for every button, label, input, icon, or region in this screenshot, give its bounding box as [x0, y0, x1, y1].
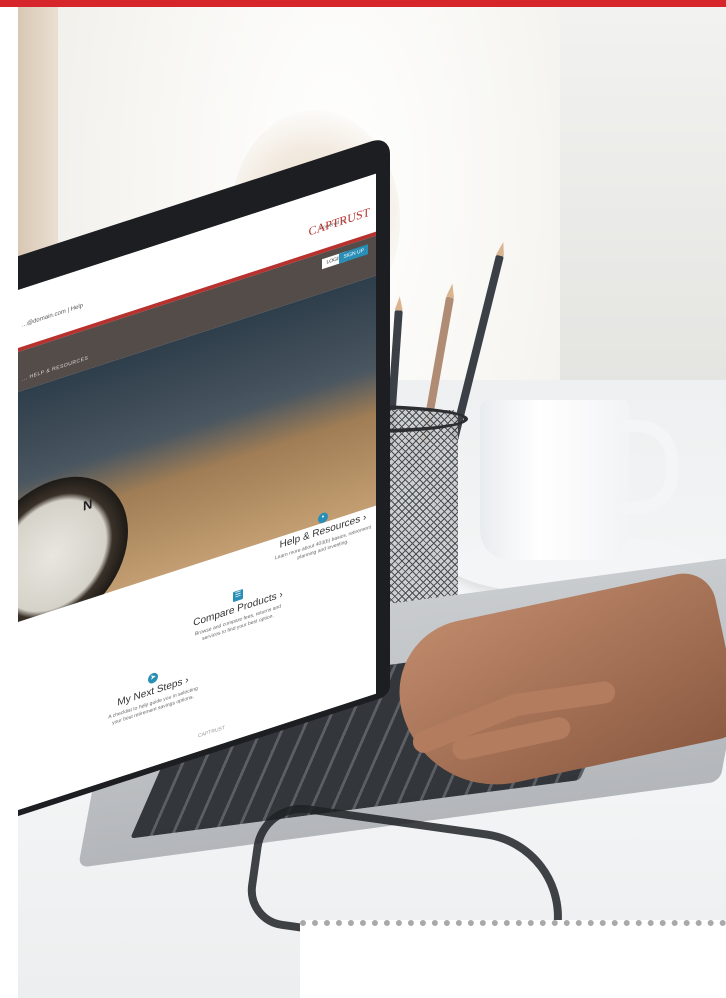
footer-logo: CAPTRUST: [198, 724, 225, 740]
spiral-notebook: [300, 920, 726, 998]
header-meta-links[interactable]: ...@domain.com | Help: [22, 303, 83, 329]
coffee-mug: [480, 400, 630, 560]
document-icon: ☰: [233, 588, 243, 603]
card-compare-products[interactable]: ☰ Compare Products › Browse and compare …: [188, 574, 288, 647]
page-margin: [0, 7, 18, 998]
card-my-next-steps[interactable]: ➤ My Next Steps › A checklist to help gu…: [103, 657, 203, 730]
compass-icon: ➤: [148, 671, 158, 685]
signup-button[interactable]: SIGN UP: [339, 244, 368, 264]
chat-icon: •: [318, 511, 328, 525]
photo-scene: ...@domain.com | Help Powered by CAPTRUS…: [0, 0, 726, 998]
brand-logo[interactable]: CAPTRUST: [309, 205, 370, 240]
compass-letter: N: [83, 495, 93, 514]
background-wall: [560, 7, 726, 387]
top-accent-bar: [0, 0, 726, 7]
